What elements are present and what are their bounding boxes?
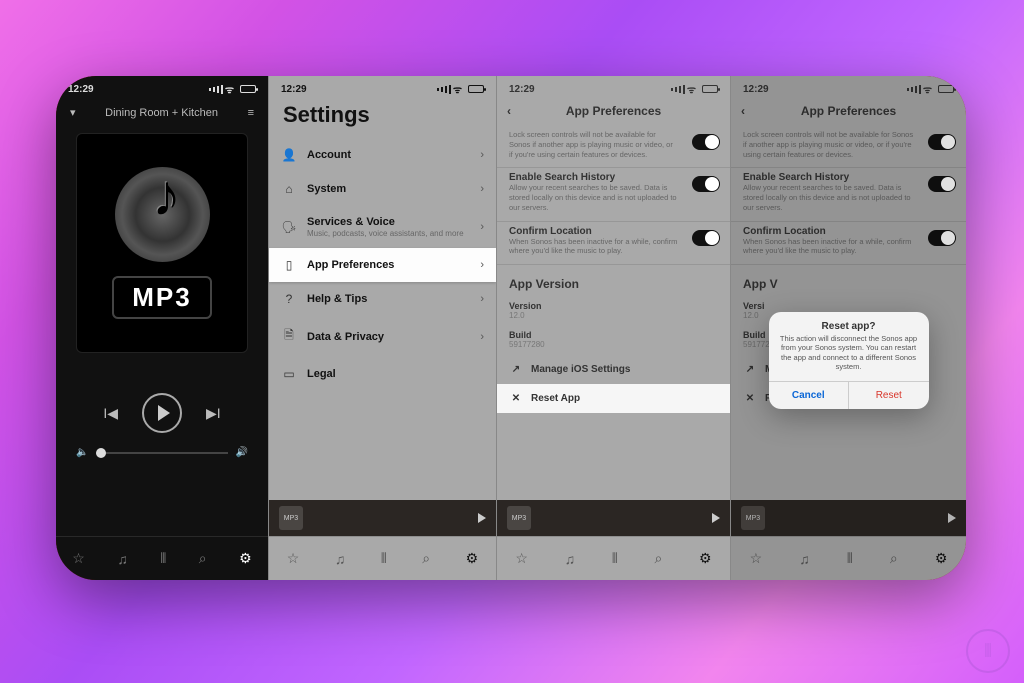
pref-confirm-location: Confirm LocationWhen Sonos has been inac… [497, 222, 730, 266]
dialog-reset-button[interactable]: Reset [849, 382, 929, 409]
music-note-icon: ♪ [152, 162, 181, 229]
row-data-privacy[interactable]: 🗎Data & Privacy› [269, 316, 496, 357]
tab-bar: ☆♫⫴⌕⚙ [269, 536, 496, 580]
person-icon: 👤 [281, 148, 297, 162]
external-icon: ↗ [509, 364, 523, 375]
dialog-message: This action will disconnect the Sonos ap… [769, 334, 929, 381]
pane-app-prefs-dialog: 12:29 ᯤ ‹App Preferences Lock screen con… [730, 76, 966, 580]
battery-icon [240, 85, 256, 93]
status-time: 12:29 [68, 84, 94, 95]
toggle-lock[interactable] [692, 134, 720, 150]
playback-controls: I◀ ▶I [56, 393, 268, 433]
pane-settings: 12:29 ᯤ Settings 👤Account› ⌂System› 🗣Ser… [268, 76, 496, 580]
play-button[interactable] [142, 393, 182, 433]
nav-title: ‹App Preferences [497, 98, 730, 126]
status-bar: 12:29 ᯤ [269, 76, 496, 98]
privacy-icon: 🗎 [281, 326, 297, 347]
action-reset-app[interactable]: ✕Reset App [497, 384, 730, 413]
mini-player[interactable]: MP3 [497, 500, 730, 536]
volume-high-icon: 🔊 [236, 447, 248, 458]
row-system[interactable]: ⌂System› [269, 172, 496, 206]
row-help[interactable]: ?Help & Tips› [269, 282, 496, 316]
voice-icon: 🗣 [281, 220, 297, 234]
watermark-logo: ⫴ [966, 629, 1010, 673]
row-services[interactable]: 🗣Services & VoiceMusic, podcasts, voice … [269, 206, 496, 248]
dialog-title: Reset app? [769, 312, 929, 334]
tab-settings[interactable]: ⚙ [239, 550, 252, 567]
tab-bar: ☆ ♫ ⫴ ⌕ ⚙ [56, 536, 268, 580]
chevron-right-icon: › [480, 149, 484, 161]
reset-dialog: Reset app? This action will disconnect t… [769, 312, 929, 409]
pref-lock-screen: Lock screen controls will not be availab… [497, 126, 730, 168]
phone-icon: ▯ [281, 258, 297, 272]
row-legal[interactable]: ▭Legal [269, 357, 496, 391]
help-icon: ? [281, 292, 297, 306]
row-app-preferences[interactable]: ▯App Preferences› [269, 248, 496, 282]
tab-favorites[interactable]: ☆ [72, 550, 85, 567]
back-button[interactable]: ‹ [507, 104, 511, 118]
tab-favorites[interactable]: ☆ [287, 550, 300, 567]
tab-music[interactable]: ♫ [117, 551, 128, 567]
device-frame: 12:29 ᯤ ▾ Dining Room + Kitchen ≡ ♪ MP3 … [56, 76, 966, 580]
row-account[interactable]: 👤Account› [269, 138, 496, 172]
home-icon: ⌂ [281, 182, 297, 196]
row-version: Version12.0 [497, 297, 730, 326]
volume-low-icon: 🔈 [76, 447, 88, 458]
toggle-search[interactable] [692, 176, 720, 192]
tab-rooms[interactable]: ⫴ [160, 550, 166, 567]
pane-now-playing: 12:29 ᯤ ▾ Dining Room + Kitchen ≡ ♪ MP3 … [56, 76, 268, 580]
book-icon: ▭ [281, 367, 297, 381]
volume-slider[interactable]: 🔈 🔊 [76, 447, 248, 458]
room-selector[interactable]: ▾ Dining Room + Kitchen ≡ [56, 98, 268, 127]
status-bar: 12:29 ᯤ [56, 76, 268, 98]
pane-app-prefs: 12:29 ᯤ ‹App Preferences Lock screen con… [496, 76, 730, 580]
action-manage-ios[interactable]: ↗Manage iOS Settings [497, 355, 730, 384]
tab-search[interactable]: ⌕ [199, 550, 207, 567]
settings-title: Settings [269, 98, 496, 138]
album-art: ♪ MP3 [76, 133, 248, 353]
toggle-location[interactable] [692, 230, 720, 246]
room-name: Dining Room + Kitchen [105, 107, 218, 119]
dialog-cancel-button[interactable]: Cancel [769, 382, 850, 409]
status-icons: ᯤ [209, 82, 256, 96]
section-app-version: App Version [497, 265, 730, 297]
pref-search-history: Enable Search HistoryAllow your recent s… [497, 168, 730, 221]
prev-button[interactable]: I◀ [103, 405, 118, 422]
album-label: MP3 [112, 276, 211, 319]
menu-icon: ≡ [248, 107, 254, 119]
next-button[interactable]: ▶I [206, 405, 221, 422]
row-build: Build59177280 [497, 326, 730, 355]
wifi-icon: ᯤ [225, 82, 234, 96]
play-icon[interactable] [478, 513, 486, 523]
tab-settings[interactable]: ⚙ [466, 550, 479, 567]
close-icon: ✕ [509, 393, 523, 404]
mini-player[interactable]: MP3 [269, 500, 496, 536]
